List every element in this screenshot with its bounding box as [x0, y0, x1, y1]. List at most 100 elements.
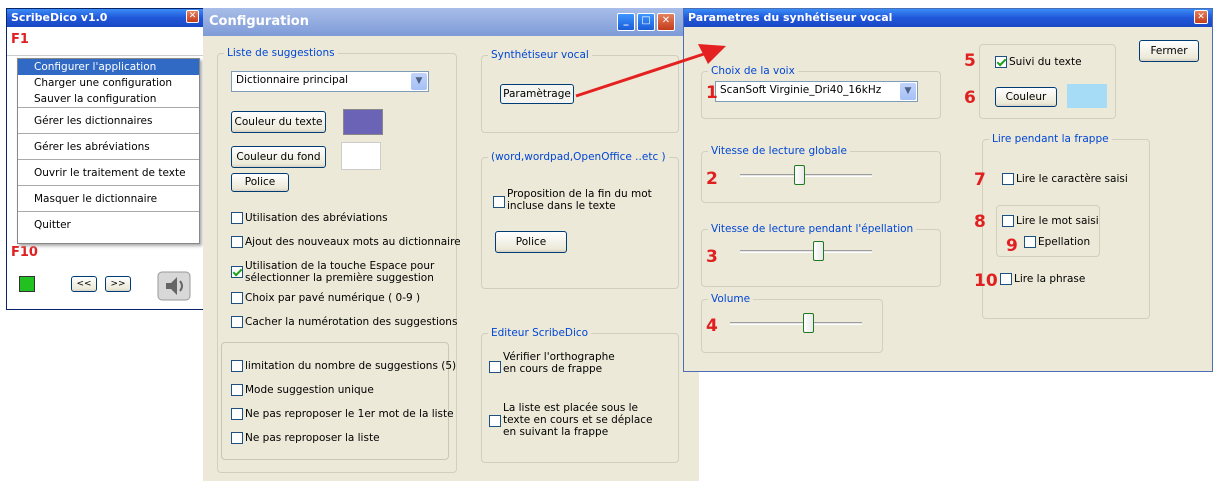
option-row[interactable]: Ne pas reproposer la liste	[231, 432, 380, 444]
menu-item[interactable]: Charger une configuration	[18, 75, 199, 91]
close-icon[interactable]: ✕	[186, 10, 199, 23]
next-button[interactable]: >>	[105, 276, 131, 292]
editor-option-2-label2: texte en cours et se déplace	[503, 414, 653, 426]
option-label: sélectionner la première suggestion	[245, 272, 434, 284]
editor-option-1-label: Vérifier l'orthographe	[503, 351, 615, 363]
option-row[interactable]: Choix par pavé numérique ( 0-9 )	[231, 292, 420, 304]
menu-item[interactable]: Quitter	[18, 211, 199, 237]
annotation-number: 9	[1006, 236, 1018, 256]
maximize-icon[interactable]: □	[637, 13, 655, 31]
word-option-checkbox[interactable]	[493, 196, 505, 208]
spell-speed-slider[interactable]	[740, 241, 872, 261]
option-label: Ne pas reproposer la liste	[245, 432, 380, 444]
prev-button[interactable]: <<	[71, 276, 97, 292]
option-label: Cacher la numérotation des suggestions	[245, 316, 458, 328]
annotation-number: 2	[706, 169, 718, 189]
bg-color-swatch	[341, 142, 381, 170]
editor-option-2-checkbox[interactable]	[489, 415, 501, 427]
option-checkbox[interactable]	[231, 236, 243, 248]
text-color-button[interactable]: Couleur du texte	[231, 111, 326, 133]
annotation-number: 4	[706, 316, 718, 336]
chevron-down-icon[interactable]: ▼	[900, 83, 916, 100]
option-row[interactable]: Utilisation de la touche Espace pour séle…	[231, 260, 434, 284]
volume-thumb[interactable]	[802, 313, 814, 333]
settings-button[interactable]: Paramètrage	[500, 84, 574, 104]
editor-option-2[interactable]: La liste est placée sous le texte en cour…	[489, 402, 653, 438]
option-checkbox[interactable]	[231, 408, 243, 420]
option-row[interactable]: limitation du nombre de suggestions (5)	[231, 360, 456, 372]
spelling-checkbox[interactable]	[1024, 236, 1036, 248]
global-speed-slider[interactable]	[740, 165, 872, 185]
f1-label: F1	[11, 32, 29, 47]
option-label: Utilisation des abréviations	[245, 212, 388, 224]
params-titlebar[interactable]: Parametres du synhétiseur vocal ✕	[684, 9, 1212, 27]
option-checkbox[interactable]	[231, 316, 243, 328]
menu-item[interactable]: Masquer le dictionnaire	[18, 185, 199, 211]
read-char-label: Lire le caractère saisi	[1016, 173, 1128, 185]
font-button[interactable]: Police	[231, 173, 289, 192]
volume-legend: Volume	[708, 293, 754, 305]
global-speed-thumb[interactable]	[794, 165, 806, 185]
volume-slider[interactable]	[730, 313, 862, 333]
read-sentence-label: Lire la phrase	[1014, 273, 1086, 285]
params-title: Parametres du synhétiseur vocal	[688, 11, 893, 24]
close-icon[interactable]: ✕	[657, 13, 675, 31]
spelling-label: Epellation	[1038, 236, 1091, 248]
scribedico-titlebar[interactable]: ScribeDico v1.0 ✕	[7, 9, 203, 27]
annotation-number: 6	[964, 88, 976, 108]
global-speed-legend: Vitesse de lecture globale	[708, 145, 850, 157]
read-word-label: Lire le mot saisi	[1016, 215, 1099, 227]
option-checkbox[interactable]	[231, 292, 243, 304]
option-checkbox[interactable]	[231, 266, 243, 278]
read-sentence-option[interactable]: Lire la phrase	[1000, 273, 1085, 285]
menu-item[interactable]: Gérer les abréviations	[18, 133, 199, 159]
menu-list: Configurer l'application Charger une conf…	[18, 59, 199, 237]
option-checkbox[interactable]	[231, 360, 243, 372]
word-option-label2: incluse dans le texte	[507, 200, 616, 212]
context-menu: Configurer l'application Charger une conf…	[17, 58, 200, 244]
annotation-number: 8	[974, 212, 986, 232]
editor-option-2-label3: en suivant la frappe	[503, 426, 609, 438]
spell-speed-thumb[interactable]	[812, 241, 824, 261]
editor-option-1-label2: en cours de frappe	[503, 363, 603, 375]
word-option[interactable]: Proposition de la fin du mot incluse dans…	[493, 188, 652, 212]
dictionary-value: Dictionnaire principal	[236, 74, 349, 86]
read-char-checkbox[interactable]	[1002, 173, 1014, 185]
read-word-checkbox[interactable]	[1002, 215, 1014, 227]
menu-item[interactable]: Ouvrir le traitement de texte	[18, 159, 199, 185]
read-char-option[interactable]: Lire le caractère saisi	[1002, 173, 1128, 185]
menu-item[interactable]: Gérer les dictionnaires	[18, 107, 199, 133]
chevron-down-icon[interactable]: ▼	[411, 73, 427, 90]
minimize-icon[interactable]: _	[617, 13, 635, 31]
option-label: Ne pas reproposer le 1er mot de la liste	[245, 408, 454, 420]
dictionary-select[interactable]: Dictionnaire principal ▼	[231, 71, 429, 92]
editor-option-1[interactable]: Vérifier l'orthographe en cours de frappe	[489, 351, 615, 375]
option-checkbox[interactable]	[231, 384, 243, 396]
f1-row[interactable]: F1	[7, 28, 203, 56]
bg-color-button[interactable]: Couleur du fond	[231, 146, 326, 168]
menu-item[interactable]: Configurer l'application	[18, 59, 199, 75]
editor-option-1-checkbox[interactable]	[489, 361, 501, 373]
word-font-button[interactable]: Police	[495, 231, 567, 253]
read-sentence-checkbox[interactable]	[1000, 273, 1012, 285]
option-row[interactable]: Ajout des nouveaux mots au dictionnaire	[231, 236, 461, 248]
option-row[interactable]: Utilisation des abréviations	[231, 212, 388, 224]
option-row[interactable]: Ne pas reproposer le 1er mot de la liste	[231, 408, 454, 420]
option-checkbox[interactable]	[231, 212, 243, 224]
option-row[interactable]: Cacher la numérotation des suggestions	[231, 316, 457, 328]
spelling-option[interactable]: Epellation	[1024, 236, 1090, 248]
color-button[interactable]: Couleur	[995, 87, 1057, 107]
follow-text-option[interactable]: Suivi du texte	[995, 56, 1082, 68]
follow-text-checkbox[interactable]	[995, 56, 1007, 68]
speaker-icon[interactable]	[157, 271, 191, 301]
close-icon[interactable]: ✕	[1194, 10, 1208, 24]
option-label: Ajout des nouveaux mots au dictionnaire	[245, 236, 461, 248]
close-button[interactable]: Fermer	[1139, 40, 1199, 62]
read-word-option[interactable]: Lire le mot saisi	[1002, 215, 1099, 227]
annotation-number: 5	[964, 51, 976, 71]
option-row[interactable]: Mode suggestion unique	[231, 384, 374, 396]
status-indicator	[19, 276, 35, 292]
option-checkbox[interactable]	[231, 432, 243, 444]
menu-item[interactable]: Sauver la configuration	[18, 91, 199, 107]
editor-option-2-label: La liste est placée sous le	[503, 402, 639, 414]
